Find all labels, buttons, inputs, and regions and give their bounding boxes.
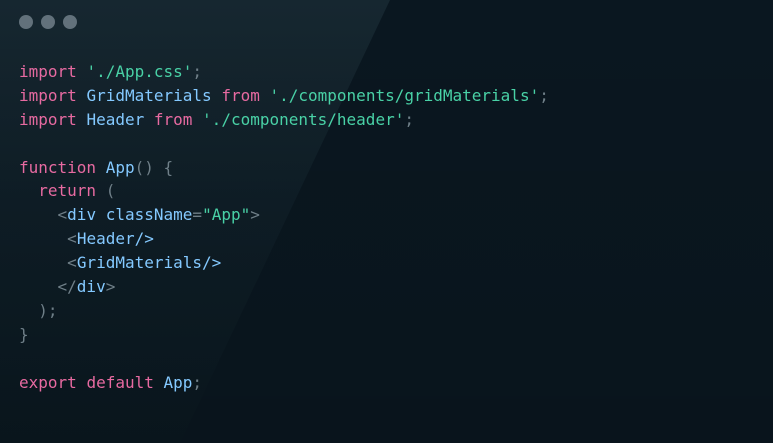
code-line: import './App.css'; (19, 60, 549, 84)
code-token: from (221, 85, 260, 105)
code-line: function App() { (19, 156, 549, 180)
code-token: ; (539, 85, 549, 105)
code-line: import Header from './components/header'… (19, 108, 549, 132)
code-token: < (57, 205, 68, 225)
code-token: ; (404, 109, 414, 129)
code-token: className (105, 205, 193, 225)
code-token: default (86, 372, 154, 392)
code-token: > (250, 205, 260, 225)
code-token: Header (86, 109, 145, 129)
code-line: </div> (19, 275, 549, 299)
code-token: import (19, 62, 77, 81)
code-token: </ (57, 277, 77, 297)
code-token: div (76, 277, 106, 297)
window-controls (19, 15, 77, 29)
code-token: GridMaterials (76, 253, 203, 273)
code-token: './components/gridMaterials' (269, 85, 540, 105)
code-line: import GridMaterials from './components/… (19, 84, 549, 108)
code-token: } (19, 324, 29, 344)
code-token: ); (38, 300, 58, 320)
code-line: <GridMaterials/> (19, 251, 549, 275)
code-token: App (163, 372, 193, 392)
code-token: /> (202, 253, 222, 273)
code-token: return (38, 181, 97, 201)
code-line: ); (19, 299, 549, 323)
code-token: () { (134, 157, 174, 177)
code-line: <div className="App"> (19, 203, 549, 227)
code-token: ( (96, 181, 116, 201)
code-token: export (19, 372, 77, 392)
code-token: import (19, 85, 77, 105)
window-control-icon (41, 15, 55, 29)
window-control-icon (19, 15, 33, 29)
code-token: function (19, 157, 97, 177)
code-line: <Header/> (19, 227, 549, 251)
code-token: div (67, 205, 97, 225)
code-token: from (153, 109, 193, 129)
code-token: > (105, 277, 116, 297)
code-token: ; (192, 62, 203, 81)
code-token: './components/header' (202, 109, 405, 129)
code-token: = (192, 205, 203, 225)
code-block: import './App.css'; import GridMaterials … (19, 60, 549, 394)
code-token: ; (192, 372, 203, 392)
window-control-icon (63, 15, 77, 29)
code-token: Header (76, 229, 135, 249)
code-token: < (67, 253, 77, 273)
code-token: App (105, 157, 135, 177)
code-token: "App" (202, 205, 251, 225)
code-line: export default App; (19, 371, 549, 395)
code-window: import './App.css'; import GridMaterials … (0, 0, 773, 443)
code-token: import (19, 109, 77, 129)
code-token: GridMaterials (86, 85, 212, 105)
code-line: return ( (19, 179, 549, 203)
code-token: < (67, 229, 77, 249)
code-line: } (19, 323, 549, 347)
code-token: './App.css' (86, 62, 193, 81)
code-token: /> (134, 229, 154, 249)
